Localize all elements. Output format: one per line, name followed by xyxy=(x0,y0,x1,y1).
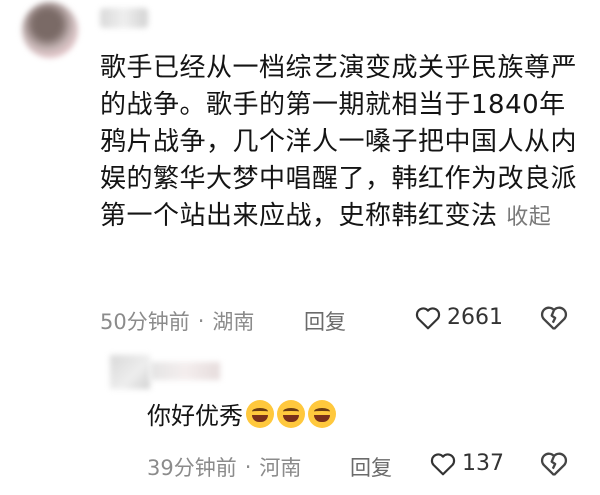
location: 湖南 xyxy=(212,310,255,334)
laughing-crying-icon xyxy=(277,399,305,428)
dislike-button[interactable] xyxy=(540,451,568,481)
avatar[interactable] xyxy=(22,2,78,58)
location: 河南 xyxy=(259,456,302,480)
separator: · xyxy=(244,455,252,479)
broken-heart-icon xyxy=(540,306,568,330)
reply-button[interactable]: 回复 xyxy=(304,306,346,336)
comment-body: 你好优秀 xyxy=(147,396,336,431)
like-button[interactable]: 2661 xyxy=(415,305,503,330)
laughing-crying-icon xyxy=(246,399,274,428)
heart-icon xyxy=(430,452,456,475)
username[interactable] xyxy=(100,8,148,28)
comment-body: 歌手已经从一档综艺演变成关乎民族尊严的战争。歌手的第一期就相当于1840年鸦片战… xyxy=(100,53,578,231)
broken-heart-icon xyxy=(540,452,568,476)
like-count: 137 xyxy=(462,451,504,476)
collapse-link[interactable]: 收起 xyxy=(506,205,551,230)
laughing-crying-icon xyxy=(308,399,336,428)
like-count: 2661 xyxy=(447,305,503,330)
username[interactable] xyxy=(150,362,220,380)
like-button[interactable]: 137 xyxy=(430,451,504,476)
timestamp: 50分钟前 xyxy=(100,310,190,334)
dislike-button[interactable] xyxy=(540,305,568,335)
reply-button[interactable]: 回复 xyxy=(350,452,392,482)
avatar[interactable] xyxy=(110,355,150,389)
separator: · xyxy=(197,309,205,333)
timestamp: 39分钟前 xyxy=(147,456,237,480)
heart-icon xyxy=(415,306,441,329)
comment-meta: 39分钟前 · 河南 xyxy=(147,452,301,482)
comment-meta: 50分钟前 · 湖南 xyxy=(100,306,254,336)
